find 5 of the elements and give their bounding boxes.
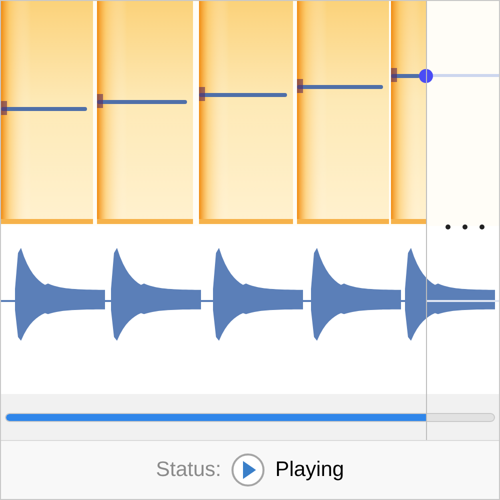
status-value: Playing xyxy=(275,457,344,484)
progress-bar[interactable] xyxy=(5,412,495,422)
play-icon xyxy=(231,453,266,487)
status-label: Status: xyxy=(156,457,222,484)
more-icon[interactable] xyxy=(446,224,484,230)
